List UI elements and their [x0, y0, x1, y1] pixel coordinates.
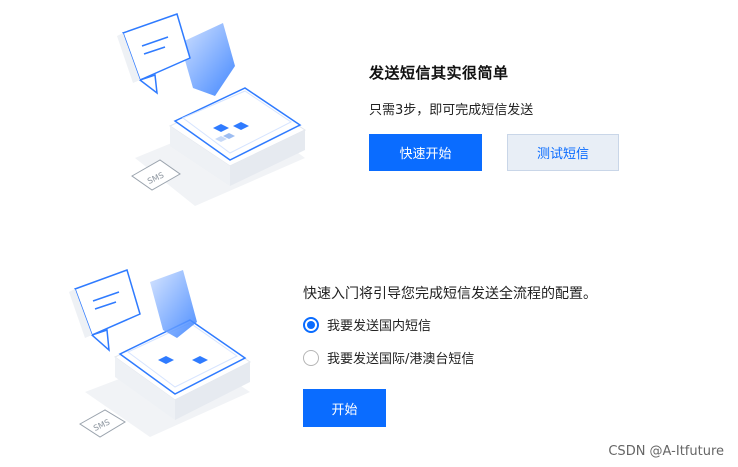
start-button[interactable]: 开始	[303, 389, 386, 427]
quick-start-button[interactable]: 快速开始	[369, 134, 482, 171]
radio-domestic-sms[interactable]: 我要发送国内短信	[303, 315, 431, 334]
radio-label: 我要发送国内短信	[327, 319, 432, 334]
radio-unchecked-icon[interactable]	[303, 349, 319, 366]
radio-international-sms[interactable]: 我要发送国际/港澳台短信	[303, 348, 474, 367]
sms-illustration-bottom: SMS	[55, 262, 255, 447]
page-subtitle: 只需3步，即可完成短信发送	[369, 103, 534, 118]
chat-bubble-icon	[117, 13, 191, 95]
radio-checked-icon[interactable]	[303, 316, 319, 333]
guide-description: 快速入门将引导您完成短信发送全流程的配置。	[303, 286, 597, 302]
watermark: CSDN @A-Itfuture	[608, 444, 724, 459]
radio-label: 我要发送国际/港澳台短信	[327, 352, 475, 367]
chat-bubble-icon	[69, 269, 141, 352]
page-title: 发送短信其实很简单	[369, 64, 509, 82]
sms-illustration-top: SMS	[95, 8, 310, 218]
test-sms-button[interactable]: 测试短信	[507, 134, 619, 171]
